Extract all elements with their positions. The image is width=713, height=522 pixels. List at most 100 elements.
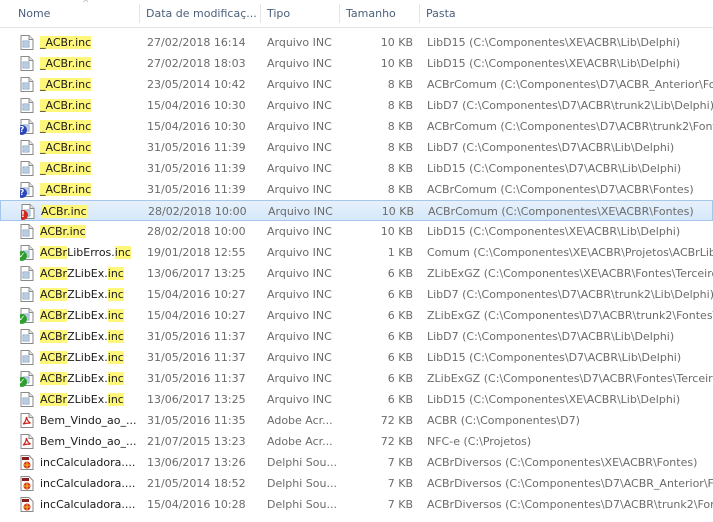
- file-path: ACBrComum (C:\Componentes\XE\ACBR\Fontes…: [428, 205, 694, 218]
- file-row[interactable]: ✓ ACBrLibErros.inc 19/01/2018 12:55 Arquivo…: [0, 242, 713, 263]
- file-name-cell[interactable]: ? _ACBr.inc: [20, 116, 138, 137]
- file-date: 19/01/2018 12:55: [147, 246, 246, 259]
- file-name-cell[interactable]: ? _ACBr.inc: [20, 179, 138, 200]
- inc-file-icon: [20, 140, 34, 155]
- file-date: 31/05/2016 11:39: [147, 162, 246, 175]
- file-date: 21/07/2015 13:23: [147, 435, 246, 448]
- file-name-cell[interactable]: ACBrZLibEx.inc: [20, 284, 138, 305]
- search-highlight: ACBr.inc: [41, 205, 87, 218]
- file-name-cell[interactable]: ✓ ACBrLibErros.inc: [20, 242, 138, 263]
- inc-file-icon: [20, 224, 34, 239]
- file-row[interactable]: ? _ACBr.inc 31/05/2016 11:39 Arquivo INC 8 K…: [0, 179, 713, 200]
- file-size: 6 KB: [387, 351, 413, 364]
- inc-file-icon: ✓: [20, 308, 34, 324]
- inc-file-icon: [20, 350, 34, 365]
- file-path: ACBrDiversos (C:\Componentes\D7\ACBR_Ant…: [427, 477, 713, 490]
- file-name-cell[interactable]: _ACBr.inc: [20, 158, 138, 179]
- column-header-path[interactable]: Pasta: [420, 0, 713, 27]
- file-name-cell[interactable]: Bem_Vindo_ao_...: [20, 410, 138, 431]
- file-row[interactable]: _ACBr.inc 23/05/2014 10:42 Arquivo INC 8 KB…: [0, 74, 713, 95]
- file-path: LibD7 (C:\Componentes\D7\ACBR\Lib\Delphi…: [427, 141, 675, 154]
- file-row[interactable]: ACBrZLibEx.inc 13/06/2017 13:25 Arquivo IN…: [0, 263, 713, 284]
- file-row[interactable]: _ACBr.inc 15/04/2016 10:30 Arquivo INC 8 KB…: [0, 95, 713, 116]
- file-row[interactable]: incCalculadora.... 21/05/2014 18:52 Delphi…: [0, 473, 713, 494]
- file-row[interactable]: _ACBr.inc 27/02/2018 16:14 Arquivo INC 10 K…: [0, 32, 713, 53]
- file-row[interactable]: ✓ ACBrZLibEx.inc 15/04/2016 10:27 Arquivo I…: [0, 305, 713, 326]
- file-row[interactable]: ? _ACBr.inc 15/04/2016 10:30 Arquivo INC 8 K…: [0, 116, 713, 137]
- inc-file-icon: [20, 329, 34, 344]
- file-row[interactable]: _ACBr.inc 27/02/2018 18:03 Arquivo INC 10 K…: [0, 53, 713, 74]
- file-name-text: incCalculadora....: [40, 456, 136, 469]
- search-highlight: _ACBr.inc: [40, 183, 92, 196]
- search-highlight: _ACBr.inc: [40, 120, 92, 133]
- file-name-text: ZLibEx.: [67, 267, 108, 280]
- search-highlight: ACBr: [40, 246, 68, 259]
- file-name-cell[interactable]: _ACBr.inc: [20, 74, 138, 95]
- file-row[interactable]: ! ACBr.inc 28/02/2018 10:00 Arquivo INC 10 K…: [0, 200, 713, 221]
- file-row[interactable]: ACBrZLibEx.inc 31/05/2016 11:37 Arquivo IN…: [0, 326, 713, 347]
- delphi-source-icon: [20, 497, 34, 512]
- file-row[interactable]: ACBrZLibEx.inc 15/04/2016 10:27 Arquivo IN…: [0, 284, 713, 305]
- search-highlight: ACBr: [40, 351, 68, 364]
- column-header-date[interactable]: Data de modificaç...: [140, 0, 261, 27]
- file-row[interactable]: ✓ ACBrZLibEx.inc 31/05/2016 11:37 Arquivo I…: [0, 368, 713, 389]
- file-name-text: Bem_Vindo_ao_...: [40, 435, 137, 448]
- column-header-name[interactable]: Nome ^: [12, 0, 140, 27]
- file-name-cell[interactable]: ACBrZLibEx.inc: [20, 326, 138, 347]
- file-type: Delphi Sou...: [267, 456, 337, 469]
- search-highlight: ACBr.inc: [40, 225, 86, 238]
- file-type: Adobe Acr...: [267, 414, 333, 427]
- file-name-cell[interactable]: incCalculadora....: [20, 494, 138, 515]
- file-name-cell[interactable]: Bem_Vindo_ao_...: [20, 431, 138, 452]
- file-size: 6 KB: [387, 393, 413, 406]
- inc-file-icon: [20, 161, 34, 176]
- file-date: 31/05/2016 11:35: [147, 414, 246, 427]
- file-name-cell[interactable]: _ACBr.inc: [20, 95, 138, 116]
- file-date: 27/02/2018 16:14: [147, 36, 246, 49]
- pdf-file-icon: [20, 434, 34, 449]
- file-row[interactable]: _ACBr.inc 31/05/2016 11:39 Arquivo INC 8 KB…: [0, 158, 713, 179]
- file-date: 27/02/2018 18:03: [147, 57, 246, 70]
- file-type: Arquivo INC: [267, 372, 332, 385]
- file-row[interactable]: ACBrZLibEx.inc 31/05/2016 11:37 Arquivo IN…: [0, 347, 713, 368]
- file-size: 8 KB: [387, 162, 413, 175]
- file-row[interactable]: _ACBr.inc 31/05/2016 11:39 Arquivo INC 8 KB…: [0, 137, 713, 158]
- file-size: 10 KB: [380, 36, 413, 49]
- file-name-cell[interactable]: ACBrZLibEx.inc: [20, 263, 138, 284]
- file-size: 1 KB: [387, 246, 413, 259]
- file-name-cell[interactable]: ACBrZLibEx.inc: [20, 389, 138, 410]
- file-path: ZLibExGZ (C:\Componentes\XE\ACBR\Fontes\…: [427, 267, 713, 280]
- column-header-type-label: Tipo: [267, 7, 291, 20]
- file-name-cell[interactable]: ! ACBr.inc: [21, 201, 139, 222]
- file-row[interactable]: incCalculadora.... 13/06/2017 13:26 Delphi…: [0, 452, 713, 473]
- file-row[interactable]: Bem_Vindo_ao_... 31/05/2016 11:35 Adobe Ac…: [0, 410, 713, 431]
- file-type: Arquivo INC: [267, 393, 332, 406]
- file-name-cell[interactable]: incCalculadora....: [20, 473, 138, 494]
- file-type: Delphi Sou...: [267, 498, 337, 511]
- file-name-text: ZLibEx.: [67, 372, 108, 385]
- file-row[interactable]: ACBrZLibEx.inc 13/06/2017 13:25 Arquivo IN…: [0, 389, 713, 410]
- file-path: LibD15 (C:\Componentes\D7\ACBR\Lib\Delph…: [427, 162, 682, 175]
- pdf-file-icon: [20, 413, 34, 428]
- file-path: ZLibExGZ (C:\Componentes\D7\ACBR\trunk2\…: [427, 309, 713, 322]
- file-name-cell[interactable]: ACBr.inc: [20, 221, 138, 242]
- file-name-cell[interactable]: _ACBr.inc: [20, 53, 138, 74]
- file-row[interactable]: ACBr.inc 28/02/2018 10:00 Arquivo INC 10 KB…: [0, 221, 713, 242]
- file-name-cell[interactable]: ✓ ACBrZLibEx.inc: [20, 368, 138, 389]
- file-date: 31/05/2016 11:39: [147, 141, 246, 154]
- column-header-type[interactable]: Tipo: [261, 0, 340, 27]
- file-row[interactable]: incCalculadora.... 15/04/2016 10:28 Delphi…: [0, 494, 713, 515]
- file-path: LibD15 (C:\Componentes\XE\ACBR\Lib\Delph…: [427, 57, 681, 70]
- file-path: ACBrComum (C:\Componentes\D7\ACBR\Fontes…: [427, 183, 694, 196]
- file-name-cell[interactable]: incCalculadora....: [20, 452, 138, 473]
- file-name-cell[interactable]: ACBrZLibEx.inc: [20, 347, 138, 368]
- search-highlight: inc: [107, 309, 124, 322]
- file-name-cell[interactable]: ✓ ACBrZLibEx.inc: [20, 305, 138, 326]
- file-name-cell[interactable]: _ACBr.inc: [20, 32, 138, 53]
- file-row[interactable]: Bem_Vindo_ao_... 21/07/2015 13:23 Adobe Ac…: [0, 431, 713, 452]
- file-date: 31/05/2016 11:37: [147, 351, 246, 364]
- file-name-cell[interactable]: _ACBr.inc: [20, 137, 138, 158]
- inc-file-icon: ✓: [20, 245, 34, 261]
- sort-up-icon: ^: [82, 0, 90, 9]
- column-header-size[interactable]: Tamanho: [340, 0, 420, 27]
